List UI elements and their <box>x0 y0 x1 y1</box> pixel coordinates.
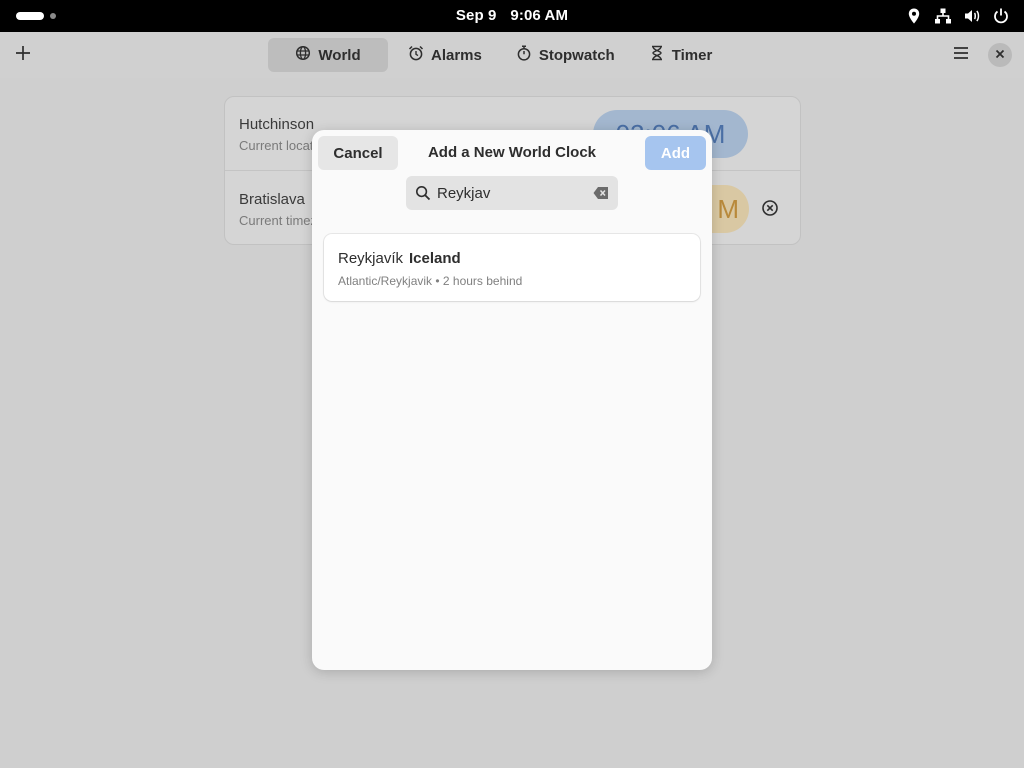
system-top-bar: Sep 9 9:06 AM <box>0 0 1024 32</box>
search-input[interactable] <box>436 176 586 210</box>
location-search-field[interactable] <box>406 176 618 210</box>
volume-icon <box>963 7 981 25</box>
tab-timer-label: Timer <box>671 46 713 64</box>
tab-stopwatch[interactable]: Stopwatch <box>502 38 629 72</box>
add-world-clock-button[interactable] <box>6 38 40 72</box>
hamburger-menu-icon <box>953 46 969 65</box>
world-clock-city: Bratislava <box>239 191 305 208</box>
window-close-button[interactable] <box>988 43 1012 67</box>
system-date: Sep 9 <box>455 7 497 24</box>
system-tray[interactable] <box>905 7 1010 25</box>
tab-alarms[interactable]: Alarms <box>394 38 496 72</box>
clear-search-icon[interactable] <box>593 186 609 200</box>
tab-alarms-label: Alarms <box>431 46 482 64</box>
network-icon <box>934 7 952 25</box>
search-icon <box>415 185 431 201</box>
tab-world[interactable]: World <box>268 38 388 72</box>
world-clock-subtitle: Current timez <box>239 213 318 228</box>
main-menu-button[interactable] <box>944 38 978 72</box>
view-switcher: World Alarms Stopwatch Timer <box>268 38 726 72</box>
add-world-clock-dialog: Cancel Add a New World Clock Add Reykjav… <box>312 130 712 670</box>
location-icon <box>905 7 923 25</box>
remove-clock-icon[interactable] <box>761 199 779 217</box>
power-icon <box>992 7 1010 25</box>
app-header-bar: World Alarms Stopwatch Timer <box>0 32 1024 78</box>
stopwatch-icon <box>516 45 532 65</box>
close-icon <box>995 46 1005 64</box>
result-country: Iceland <box>409 250 461 267</box>
globe-icon <box>295 45 311 65</box>
result-timezone-detail: Atlantic/Reykjavik • 2 hours behind <box>338 274 523 288</box>
tab-stopwatch-label: Stopwatch <box>538 46 615 64</box>
search-result-item[interactable]: Reykjavík Iceland Atlantic/Reykjavik • 2… <box>324 234 700 301</box>
system-time: 9:06 AM <box>510 7 569 24</box>
add-button[interactable]: Add <box>645 136 706 170</box>
tab-world-label: World <box>318 46 361 64</box>
world-clock-city: Hutchinson <box>239 116 315 133</box>
alarm-icon <box>408 45 424 65</box>
world-clock-subtitle: Current locati <box>239 138 317 153</box>
tab-timer[interactable]: Timer <box>635 38 727 72</box>
result-city: Reykjavík <box>338 250 404 267</box>
plus-icon <box>15 45 31 66</box>
system-clock[interactable]: Sep 9 9:06 AM <box>0 0 1024 32</box>
hourglass-icon <box>649 45 665 65</box>
